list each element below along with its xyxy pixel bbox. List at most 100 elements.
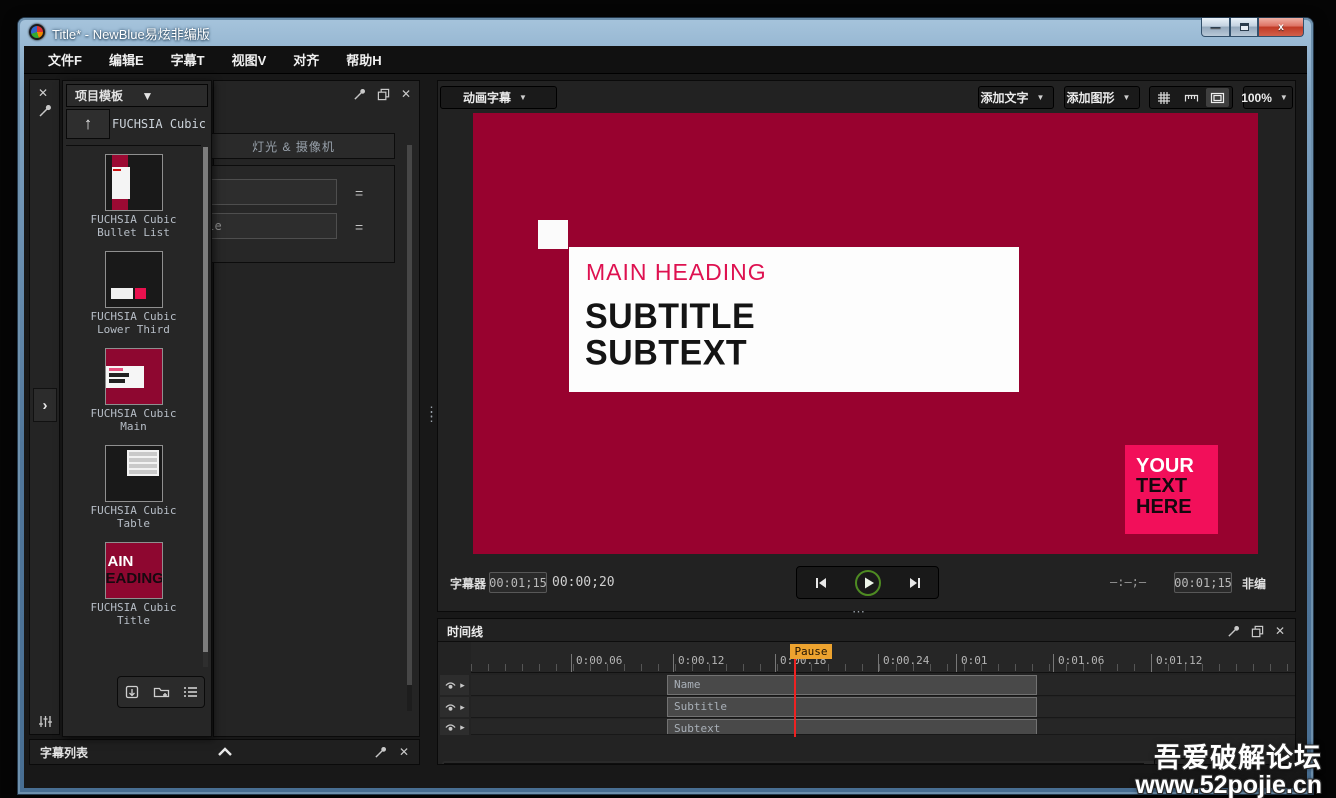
grid-toggle-button[interactable]	[1153, 88, 1176, 107]
export-template-button[interactable]	[124, 684, 140, 700]
expand-track-icon[interactable]: ▸	[460, 680, 465, 691]
clip-subtext[interactable]: Subtext	[667, 719, 1037, 735]
template-item-bullet-list[interactable]: FUCHSIA Cubic Bullet List	[66, 154, 201, 240]
subtitle-list-bar[interactable]: 字幕列表 ✕	[29, 739, 420, 765]
timeline-track[interactable]: Name	[471, 675, 1295, 696]
properties-panel: ✕ 灯光 & 摄像机 = tle =	[213, 80, 420, 737]
timeline-title: 时间线	[447, 623, 483, 640]
skip-to-start-button[interactable]	[806, 568, 836, 598]
pin-icon[interactable]	[1227, 625, 1240, 638]
ruler-toggle-button[interactable]	[1180, 88, 1203, 107]
app-content: 文件F 编辑E 字幕T 视图V 对齐 帮助H ✕ ›	[24, 46, 1307, 788]
template-item-lower-third[interactable]: FUCHSIA Cubic Lower Third	[66, 251, 201, 337]
clip-subtitle[interactable]: Subtitle	[667, 697, 1037, 717]
add-folder-icon[interactable]	[153, 685, 170, 699]
ruler-tick: 0:01.06	[1053, 654, 1104, 672]
property-field-2[interactable]: tle	[195, 213, 337, 239]
template-thumbnail	[105, 348, 163, 405]
template-item-table[interactable]: FUCHSIA Cubic Table	[66, 445, 201, 531]
timeline-ruler[interactable]: 0:00.06 0:00.12 0:00.18 0:00.24 0:01 0:0…	[471, 642, 1295, 673]
close-icon[interactable]: ✕	[1275, 624, 1285, 638]
title-canvas[interactable]: MAIN HEADING SUBTITLE SUBTEXT YOUR TEXT …	[473, 113, 1258, 554]
cascade-icon[interactable]	[377, 88, 390, 101]
template-item-title[interactable]: AIN EADING FUCHSIA Cubic Title	[66, 542, 201, 628]
timeline-header: 时间线 ✕	[438, 619, 1295, 642]
eye-icon[interactable]	[444, 680, 457, 691]
safe-area-toggle-button[interactable]	[1206, 88, 1229, 107]
lights-camera-tab[interactable]: 灯光 & 摄像机	[192, 133, 395, 159]
current-time-field[interactable]: 00:01;15	[489, 572, 547, 593]
add-text-button[interactable]: 添加文字 ▼	[978, 86, 1054, 109]
timeline-track[interactable]: Subtext	[471, 719, 1295, 735]
menu-bar: 文件F 编辑E 字幕T 视图V 对齐 帮助H	[24, 46, 1307, 74]
template-label: FUCHSIA Cubic Bullet List	[78, 214, 190, 240]
skip-to-end-button[interactable]	[900, 568, 930, 598]
track-controls: ▸	[440, 719, 469, 735]
maximize-button[interactable]	[1230, 18, 1258, 37]
properties-scrollbar[interactable]	[407, 145, 412, 711]
clip-name[interactable]: Name	[667, 675, 1037, 695]
expand-track-icon[interactable]: ▸	[460, 722, 465, 733]
cascade-icon[interactable]	[1251, 625, 1264, 638]
pin-icon[interactable]	[38, 104, 52, 118]
close-icon[interactable]: ✕	[38, 86, 48, 100]
nle-mode-label: 非编	[1242, 575, 1266, 592]
template-scrollbar[interactable]	[203, 147, 208, 667]
expand-track-icon[interactable]: ▸	[460, 702, 465, 713]
window-title: Title* - NewBlue易炫非编版	[52, 24, 210, 43]
timeline-track[interactable]: Subtitle	[471, 697, 1295, 718]
watermark-line1: 吾爱破解论坛	[1135, 745, 1322, 773]
list-view-icon[interactable]	[183, 685, 198, 699]
properties-group: = tle =	[192, 165, 395, 263]
add-shape-button[interactable]: 添加图形 ▼	[1064, 86, 1140, 109]
pause-marker[interactable]: Pause	[790, 644, 832, 659]
menu-handle-icon[interactable]: =	[355, 185, 363, 201]
templates-panel: 项目模板 ▼ ↑ FUCHSIA Cubic FUCHSIA Cubic Bul…	[62, 80, 212, 737]
expand-panel-button[interactable]: ›	[33, 388, 57, 422]
menu-view[interactable]: 视图V	[232, 50, 267, 69]
close-button[interactable]: x	[1258, 18, 1304, 37]
playhead[interactable]	[794, 657, 796, 737]
title-mode-dropdown[interactable]: 动画字幕 ▼	[440, 86, 557, 109]
zoom-value: 100%	[1241, 91, 1272, 105]
eye-icon[interactable]	[444, 702, 457, 713]
menu-handle-icon[interactable]: =	[355, 219, 363, 235]
collapse-chevron-icon[interactable]	[216, 745, 234, 759]
close-icon[interactable]: ✕	[401, 87, 411, 101]
template-label: FUCHSIA Cubic Main	[78, 408, 190, 434]
screen: Title* - NewBlue易炫非编版 — x 文件F 编辑E 字幕T 视图…	[0, 0, 1336, 798]
close-icon[interactable]: ✕	[399, 745, 409, 759]
canvas-heading-box[interactable]: MAIN HEADING SUBTITLE SUBTEXT	[569, 247, 1019, 392]
minimize-button[interactable]: —	[1201, 18, 1230, 37]
ruler-tick: 0:01.12	[1151, 654, 1202, 672]
menu-help[interactable]: 帮助H	[346, 50, 381, 69]
titlebar[interactable]: Title* - NewBlue易炫非编版 — x	[18, 18, 1313, 46]
folder-up-button[interactable]: ↑	[66, 109, 110, 139]
template-group-label: FUCHSIA Cubic	[110, 109, 208, 139]
zoom-dropdown[interactable]: 100% ▼	[1243, 86, 1293, 109]
playback-controls	[796, 566, 939, 599]
menu-align[interactable]: 对齐	[293, 50, 319, 69]
menu-title[interactable]: 字幕T	[171, 50, 205, 69]
templates-dropdown-label: 项目模板	[67, 87, 134, 104]
canvas-accent-square[interactable]	[538, 220, 568, 249]
play-button[interactable]	[853, 568, 883, 598]
eye-icon[interactable]	[444, 722, 457, 733]
timeline-hscrollbar[interactable]	[442, 761, 1156, 765]
ruler-tick: 0:01	[956, 654, 988, 672]
template-item-main[interactable]: FUCHSIA Cubic Main	[66, 348, 201, 434]
property-field-1[interactable]	[195, 179, 337, 205]
menu-edit[interactable]: 编辑E	[109, 50, 144, 69]
canvas-heading-text[interactable]: MAIN HEADING	[586, 259, 767, 286]
menu-file[interactable]: 文件F	[48, 50, 82, 69]
templates-dropdown[interactable]: 项目模板 ▼	[66, 84, 208, 107]
mixer-icon[interactable]	[38, 714, 53, 729]
duration-text: 00:00;20	[552, 575, 615, 590]
canvas-badge-box[interactable]: YOUR TEXT HERE	[1125, 445, 1218, 534]
template-thumbnail	[105, 154, 163, 211]
pin-icon[interactable]	[353, 88, 366, 101]
pin-icon[interactable]	[374, 746, 387, 759]
out-time-field[interactable]: 00:01;15	[1174, 572, 1232, 593]
template-list: FUCHSIA Cubic Bullet List FUCHSIA Cubic …	[66, 145, 201, 685]
canvas-subtitle-text[interactable]: SUBTITLE SUBTEXT	[585, 299, 755, 373]
